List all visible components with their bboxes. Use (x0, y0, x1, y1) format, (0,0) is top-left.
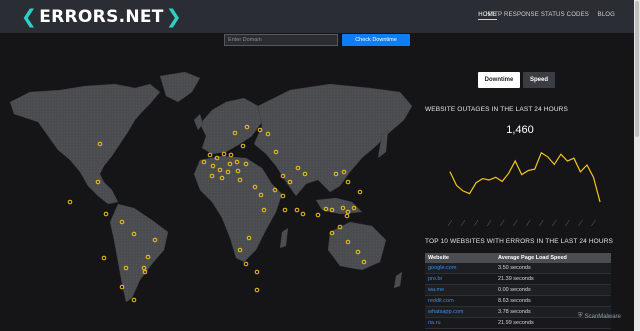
outage-marker[interactable] (300, 211, 306, 217)
outage-marker[interactable] (240, 143, 246, 149)
table-row: google.com 3.50 seconds (425, 263, 611, 274)
outage-marker[interactable] (315, 212, 321, 218)
top-navbar: ❮ ERRORS.NET ❯ HOME HTTP RESPONSE STATUS… (0, 0, 640, 33)
table-row: wa.me 0.00 seconds (425, 284, 611, 296)
outage-marker[interactable] (254, 269, 260, 275)
column-header-load-speed: Average Page Load Speed (495, 253, 611, 263)
outage-marker[interactable] (280, 193, 286, 199)
outage-marker[interactable] (344, 213, 350, 219)
nav-http-status-codes[interactable]: HTTP RESPONSE STATUS CODES (486, 12, 589, 18)
website-link[interactable]: wa.me (425, 284, 495, 296)
x-tick-mark (539, 219, 544, 227)
x-tick-mark (526, 219, 531, 227)
outages-data-point (449, 171, 451, 173)
outages-data-point (514, 160, 516, 162)
outages-data-point (547, 156, 549, 158)
outage-marker[interactable] (294, 207, 300, 213)
outage-marker[interactable] (254, 287, 260, 293)
watermark-text: ScanMalware (584, 313, 621, 320)
x-tick-mark (447, 219, 453, 227)
x-tick-mark (460, 219, 466, 227)
nav-blog[interactable]: BLOG (598, 12, 615, 18)
website-link[interactable]: google.com (425, 263, 495, 274)
outages-data-point (527, 170, 529, 171)
world-outage-map (9, 71, 413, 303)
x-tick-mark (578, 219, 583, 227)
outages-data-point (456, 185, 457, 186)
outages-data-point (488, 179, 490, 181)
outages-data-point (475, 182, 477, 184)
outages-data-point (580, 171, 581, 173)
table-header-row: Website Average Page Load Speed (425, 253, 611, 263)
site-logo[interactable]: ❮ ERRORS.NET ❯ (21, 6, 182, 28)
outages-series-line (449, 151, 601, 202)
website-link[interactable]: pro.br (425, 273, 495, 285)
check-downtime-button[interactable]: Check Downtime (342, 34, 410, 46)
column-header-website: Website (425, 253, 495, 263)
outages-data-point (599, 201, 601, 203)
outages-data-point (560, 153, 562, 155)
tab-downtime[interactable]: Downtime (478, 72, 520, 88)
outages-data-point (586, 164, 588, 166)
outages-data-point (501, 180, 503, 182)
outages-data-point (521, 174, 523, 175)
outage-marker[interactable] (282, 207, 288, 213)
outages-data-point (593, 176, 594, 178)
website-link[interactable]: ria.ru (425, 317, 495, 329)
x-tick-mark (499, 219, 505, 227)
chart-mode-tabs: Downtime Speed (478, 72, 555, 88)
outages-data-point (482, 178, 484, 180)
outage-marker[interactable] (67, 199, 73, 205)
x-tick-mark (552, 219, 557, 227)
x-tick-mark (486, 219, 492, 227)
x-tick-mark (591, 219, 596, 227)
outage-marker[interactable] (243, 261, 249, 267)
x-tick-mark (512, 219, 518, 227)
x-tick-mark (565, 219, 570, 227)
website-link[interactable]: reddit.com (425, 295, 495, 307)
logo-text: ERRORS.NET (39, 7, 164, 27)
outages-data-point (566, 160, 568, 162)
outages-title: WEBSITE OUTAGES IN THE LAST 24 HOURS (425, 106, 569, 113)
table-row: pro.br 21.39 seconds (425, 273, 611, 285)
chevron-right-icon: ❯ (165, 6, 182, 28)
outages-data-point (469, 193, 470, 194)
outages-data-point (534, 168, 536, 170)
outage-marker[interactable] (228, 152, 234, 158)
chevron-left-icon: ❮ (21, 6, 38, 28)
outages-data-point (462, 190, 464, 192)
x-tick-mark (473, 219, 479, 227)
scrollbar-thumb[interactable] (635, 1, 639, 137)
table-row: reddit.com 8.63 seconds (425, 295, 611, 307)
outage-marker[interactable] (357, 189, 363, 195)
outage-marker[interactable] (131, 297, 137, 303)
outage-marker[interactable] (221, 151, 227, 157)
outages-data-point (553, 163, 555, 165)
map-land (9, 71, 413, 303)
outages-line-chart (447, 151, 601, 227)
outages-data-point (540, 152, 542, 154)
outages-total: 1,460 (506, 124, 534, 136)
outages-data-point (573, 157, 575, 159)
outage-marker[interactable] (101, 255, 107, 261)
outage-marker[interactable] (345, 179, 351, 185)
load-speed: 8.63 seconds (495, 295, 611, 307)
shield-icon: ⛨ (578, 313, 583, 319)
domain-search-input[interactable] (224, 34, 338, 46)
tab-speed[interactable]: Speed (523, 72, 555, 88)
scanmalware-watermark: ⛨ ScanMalware (578, 313, 621, 320)
outage-marker[interactable] (207, 152, 213, 158)
top10-title: TOP 10 WEBSITES WITH ERRORS IN THE LAST … (425, 238, 614, 245)
load-speed: 3.50 seconds (495, 263, 611, 274)
website-link[interactable]: whatsapp.com (425, 306, 495, 318)
outages-data-point (508, 172, 510, 174)
load-speed: 0.00 seconds (495, 284, 611, 296)
outage-marker[interactable] (103, 211, 109, 217)
load-speed: 21.39 seconds (495, 273, 611, 285)
outages-data-point (495, 176, 497, 178)
